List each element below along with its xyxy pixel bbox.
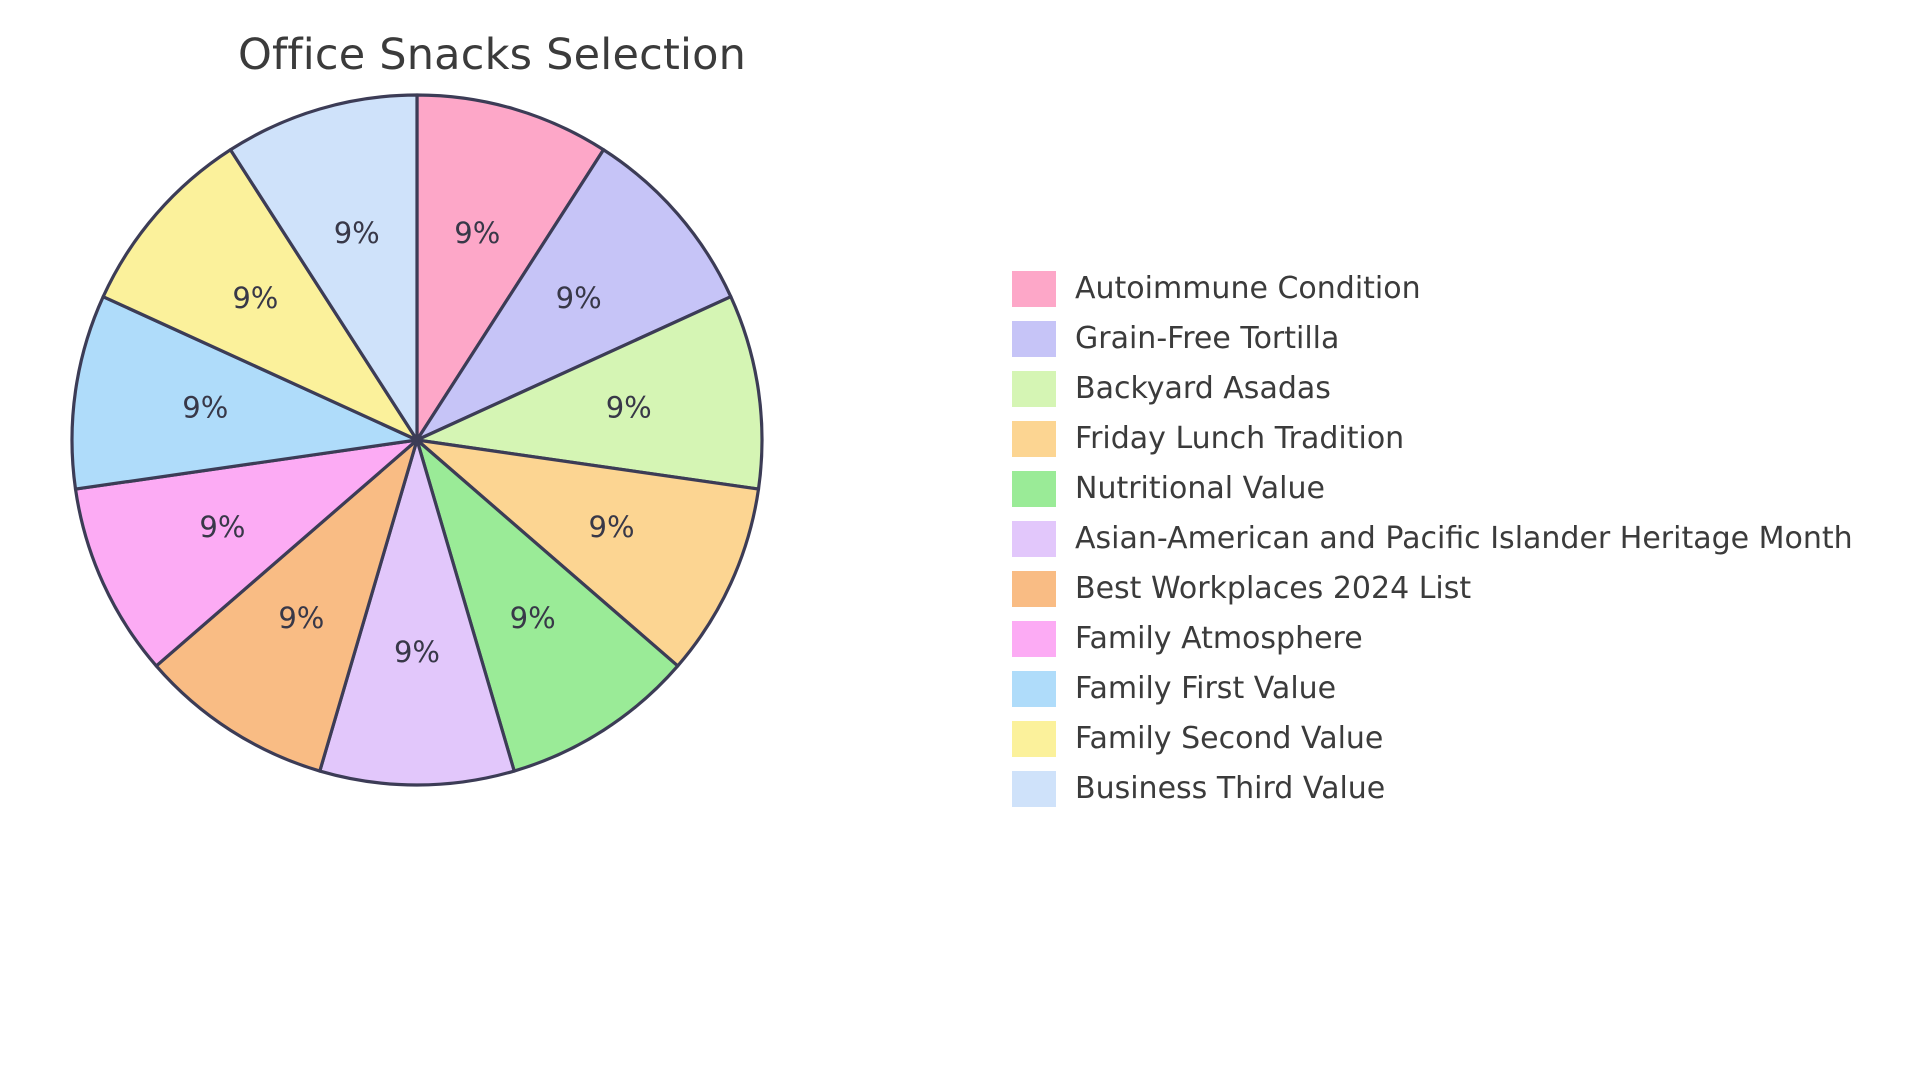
pie-slice-percentage-label: 9% xyxy=(278,601,324,635)
pie-slice-percentage-label: 9% xyxy=(182,391,228,425)
legend-item[interactable]: Nutritional Value xyxy=(1012,464,1853,514)
legend-color-swatch xyxy=(1012,371,1056,407)
legend-item-label: Autoimmune Condition xyxy=(1075,271,1421,306)
legend-color-swatch xyxy=(1012,721,1056,757)
pie-slice-percentage-label: 9% xyxy=(334,216,380,250)
pie-slice-percentage-label: 9% xyxy=(556,281,602,315)
legend-item[interactable]: Family Second Value xyxy=(1012,714,1853,764)
legend-color-swatch xyxy=(1012,521,1056,557)
legend-item-label: Nutritional Value xyxy=(1075,471,1325,506)
legend-item-label: Backyard Asadas xyxy=(1075,371,1331,406)
legend-color-swatch xyxy=(1012,471,1056,507)
pie-chart-area: 9% 9% 9% 9% 9% 9% 9% 9% 9% 9% 9% xyxy=(0,0,1000,1080)
legend-item-label: Friday Lunch Tradition xyxy=(1075,421,1405,456)
legend-item[interactable]: Asian-American and Pacific Islander Heri… xyxy=(1012,514,1853,564)
legend-color-swatch xyxy=(1012,321,1056,357)
legend-item[interactable]: Family First Value xyxy=(1012,664,1853,714)
chart-figure: Office Snacks Selection 9% 9% 9% 9% 9% 9% 9% 9%… xyxy=(0,0,1920,1080)
legend-item[interactable]: Friday Lunch Tradition xyxy=(1012,414,1853,464)
legend-item[interactable]: Family Atmosphere xyxy=(1012,614,1853,664)
legend-item-label: Asian-American and Pacific Islander Heri… xyxy=(1075,521,1853,556)
legend-item-label: Family Second Value xyxy=(1075,721,1384,756)
legend-color-swatch xyxy=(1012,271,1056,307)
legend-item[interactable]: Autoimmune Condition xyxy=(1012,264,1853,314)
pie-chart-svg: 9% 9% 9% 9% 9% 9% 9% 9% 9% 9% 9% xyxy=(70,93,764,787)
legend-item-label: Grain-Free Tortilla xyxy=(1075,321,1340,356)
legend-color-swatch xyxy=(1012,571,1056,607)
chart-legend: Autoimmune Condition Grain-Free Tortilla B… xyxy=(1012,264,1853,814)
pie-slice-percentage-label: 9% xyxy=(589,510,635,544)
pie-slice-percentage-label: 9% xyxy=(510,601,556,635)
legend-color-swatch xyxy=(1012,621,1056,657)
legend-color-swatch xyxy=(1012,671,1056,707)
legend-color-swatch xyxy=(1012,421,1056,457)
pie-slice-percentage-label: 9% xyxy=(454,216,500,250)
legend-item-label: Family First Value xyxy=(1075,671,1337,706)
legend-item[interactable]: Best Workplaces 2024 List xyxy=(1012,564,1853,614)
legend-item[interactable]: Business Third Value xyxy=(1012,764,1853,814)
pie-slice-percentage-label: 9% xyxy=(606,391,652,425)
legend-item[interactable]: Grain-Free Tortilla xyxy=(1012,314,1853,364)
legend-item[interactable]: Backyard Asadas xyxy=(1012,364,1853,414)
pie-slice-percentage-label: 9% xyxy=(232,281,278,315)
legend-item-label: Best Workplaces 2024 List xyxy=(1075,571,1472,606)
pie-slice-percentage-label: 9% xyxy=(199,510,245,544)
legend-color-swatch xyxy=(1012,771,1056,807)
pie-slices-group xyxy=(70,93,764,787)
pie-slice-percentage-label: 9% xyxy=(394,635,440,669)
legend-item-label: Family Atmosphere xyxy=(1075,621,1363,656)
legend-item-label: Business Third Value xyxy=(1075,771,1386,806)
